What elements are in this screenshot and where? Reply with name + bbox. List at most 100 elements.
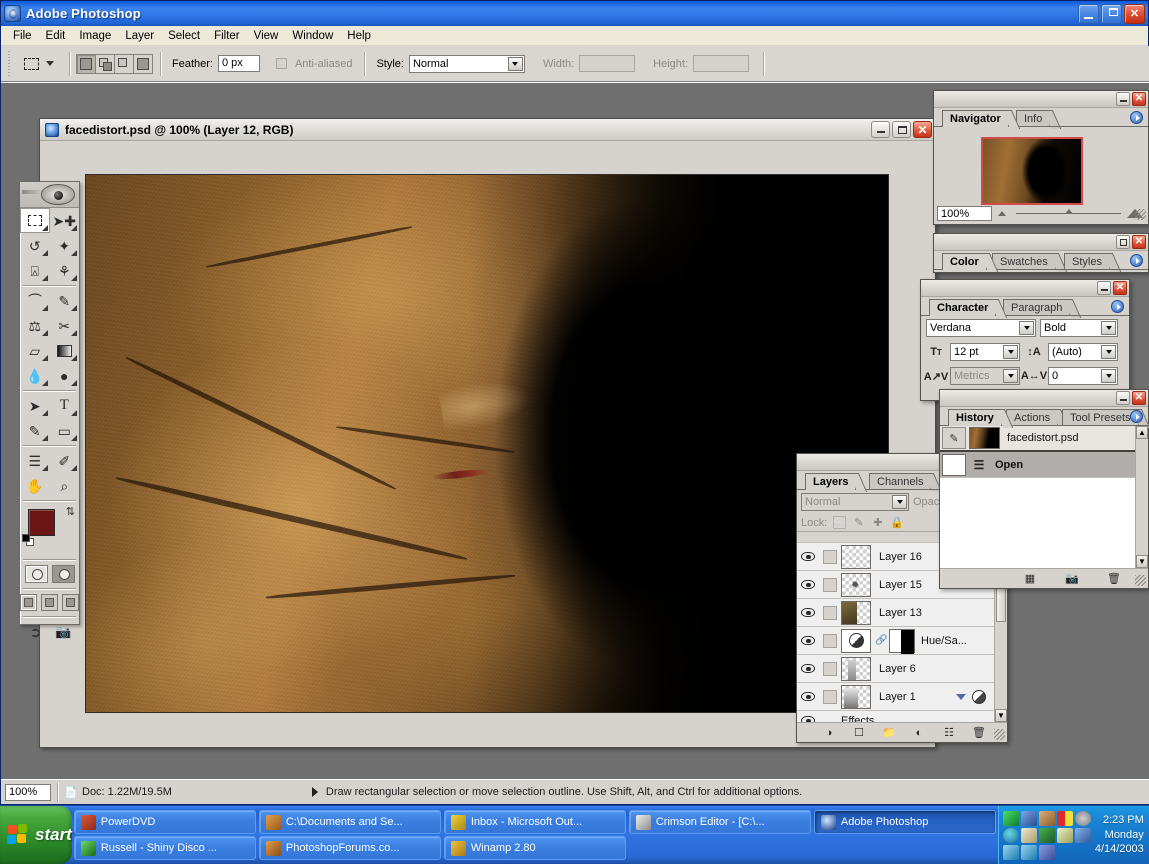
full-screen-mode-button[interactable] (62, 594, 79, 611)
tab-swatches[interactable]: Swatches (992, 253, 1056, 270)
history-state-row[interactable]: ☰ Open (940, 452, 1135, 478)
gradient-tool[interactable] (50, 338, 80, 363)
layer-link-toggle[interactable] (819, 662, 841, 676)
tray-icon-volume-1[interactable] (1021, 845, 1037, 860)
task-button-photoshop[interactable]: Adobe Photoshop (814, 810, 996, 834)
blend-mode-select[interactable]: Normal (801, 493, 909, 511)
layer-mask-thumbnail[interactable] (889, 629, 915, 653)
mask-link-icon[interactable]: 🔗 (875, 635, 885, 646)
navigator-menu-icon[interactable] (1130, 111, 1143, 124)
minimize-button[interactable] (1078, 4, 1099, 24)
table-row[interactable]: Layer 13 (797, 599, 994, 627)
jump-to-imageready-icon[interactable]: ➲ (25, 623, 47, 641)
list-item[interactable]: Effects (797, 711, 994, 722)
standard-mode-button[interactable] (25, 565, 48, 583)
quick-mask-mode-button[interactable] (52, 565, 75, 583)
menu-layer[interactable]: Layer (118, 28, 161, 44)
layer-link-toggle[interactable] (819, 578, 841, 592)
resize-grip[interactable] (994, 729, 1005, 740)
history-snapshot-row[interactable]: ✎ facedistort.psd (940, 426, 1135, 452)
new-layer-icon[interactable]: ☷ (941, 725, 957, 740)
tray-icon-lightbulb[interactable] (1057, 828, 1073, 843)
task-button-winamp[interactable]: Winamp 2.80 (444, 836, 626, 860)
history-minimize-button[interactable] (1116, 391, 1130, 405)
tab-actions[interactable]: Actions (1006, 409, 1058, 426)
chevron-down-icon[interactable] (1101, 369, 1116, 383)
close-button[interactable]: ✕ (1124, 4, 1145, 24)
color-menu-icon[interactable] (1130, 254, 1143, 267)
zoom-slider[interactable] (1016, 206, 1121, 221)
tab-navigator[interactable]: Navigator (942, 110, 1009, 127)
new-selection-button[interactable] (76, 54, 96, 74)
add-to-selection-button[interactable] (95, 54, 115, 74)
scroll-down-icon[interactable]: ▼ (1136, 555, 1148, 568)
chevron-down-icon[interactable] (46, 61, 54, 66)
menu-help[interactable]: Help (340, 28, 378, 44)
chevron-down-icon[interactable] (1003, 345, 1018, 359)
tab-paragraph[interactable]: Paragraph (1003, 299, 1070, 316)
full-screen-with-menubar-button[interactable] (41, 594, 58, 611)
menu-file[interactable]: File (6, 28, 39, 44)
font-family-select[interactable]: Verdana (926, 319, 1036, 337)
tray-icon-sync[interactable] (1075, 828, 1091, 843)
font-size-select[interactable]: 12 pt (950, 343, 1020, 361)
color-close-button[interactable]: ✕ (1132, 235, 1146, 249)
tab-tool-presets[interactable]: Tool Presets (1062, 409, 1139, 426)
image-canvas[interactable] (86, 175, 888, 712)
dodge-tool[interactable]: ● (50, 363, 80, 388)
feather-input[interactable]: 0 px (218, 55, 260, 72)
zoom-tool[interactable]: ⌕ (50, 473, 80, 498)
layer-visibility-toggle[interactable] (797, 552, 819, 561)
move-tool[interactable]: ➤✚ (50, 208, 80, 233)
tray-icon-display[interactable] (1039, 828, 1055, 843)
menu-window[interactable]: Window (285, 28, 340, 44)
chevron-down-icon[interactable] (1019, 321, 1034, 335)
shape-tool[interactable]: ▭ (50, 418, 80, 443)
task-button-crimson-editor[interactable]: Crimson Editor - [C:\... (629, 810, 811, 834)
tray-icon-paint[interactable] (1021, 828, 1037, 843)
options-bar-grip[interactable] (7, 51, 14, 77)
new-document-from-state-icon[interactable]: ▦ (1022, 571, 1038, 586)
restore-button[interactable] (1101, 4, 1122, 24)
resize-grip[interactable] (1135, 575, 1146, 586)
blur-tool[interactable]: 💧 (20, 363, 50, 388)
layer-thumbnail[interactable]: ✹ (841, 573, 871, 597)
crop-tool[interactable]: ⍓ (20, 258, 50, 283)
tray-icon-network-disconnected[interactable] (1039, 845, 1055, 860)
lock-transparent-pixels-icon[interactable] (833, 516, 846, 529)
layer-thumbnail[interactable] (841, 545, 871, 569)
magic-wand-tool[interactable]: ✦ (50, 233, 80, 258)
tray-icon-globe[interactable] (1003, 828, 1019, 843)
clock[interactable]: 2:23 PM Monday 4/14/2003 (1095, 813, 1148, 858)
set-history-brush-source-icon[interactable] (942, 454, 966, 476)
intersect-selection-button[interactable] (133, 54, 153, 74)
table-row[interactable]: Layer 1 (797, 683, 994, 711)
tab-character[interactable]: Character (929, 299, 996, 316)
task-button-russell-shiny-disco[interactable]: Russell - Shiny Disco ... (74, 836, 256, 860)
notes-tool[interactable]: ☰ (20, 448, 50, 473)
layer-thumbnail[interactable] (841, 601, 871, 625)
rectangular-marquee-tool[interactable] (20, 208, 50, 233)
path-selection-tool[interactable]: ➤ (20, 393, 50, 418)
history-brush-tool[interactable]: ✂ (50, 313, 80, 338)
chevron-down-icon[interactable] (1003, 369, 1018, 383)
document-minimize-button[interactable] (871, 121, 890, 138)
document-size-text[interactable]: Doc: 1.22M/19.5M (82, 786, 172, 798)
resize-grip[interactable] (1135, 209, 1146, 220)
chevron-down-icon[interactable] (1101, 345, 1116, 359)
menu-filter[interactable]: Filter (207, 28, 247, 44)
new-adjustment-layer-icon[interactable]: ◐ (911, 725, 927, 740)
anti-aliased-checkbox[interactable] (276, 58, 287, 69)
default-colors-icon[interactable] (22, 534, 35, 547)
delete-state-icon[interactable]: 🗑 (1106, 571, 1122, 586)
tracking-select[interactable]: 0 (1048, 367, 1118, 385)
menu-edit[interactable]: Edit (39, 28, 73, 44)
task-button-outlook[interactable]: Inbox - Microsoft Out... (444, 810, 626, 834)
menu-image[interactable]: Image (72, 28, 118, 44)
layer-visibility-toggle[interactable] (797, 580, 819, 589)
table-row[interactable]: 🔗 Hue/Sa... (797, 627, 994, 655)
slice-tool[interactable]: ⚘ (50, 258, 80, 283)
standard-screen-mode-button[interactable] (20, 594, 37, 611)
expand-effects-icon[interactable] (956, 694, 966, 700)
height-input[interactable] (693, 55, 749, 72)
